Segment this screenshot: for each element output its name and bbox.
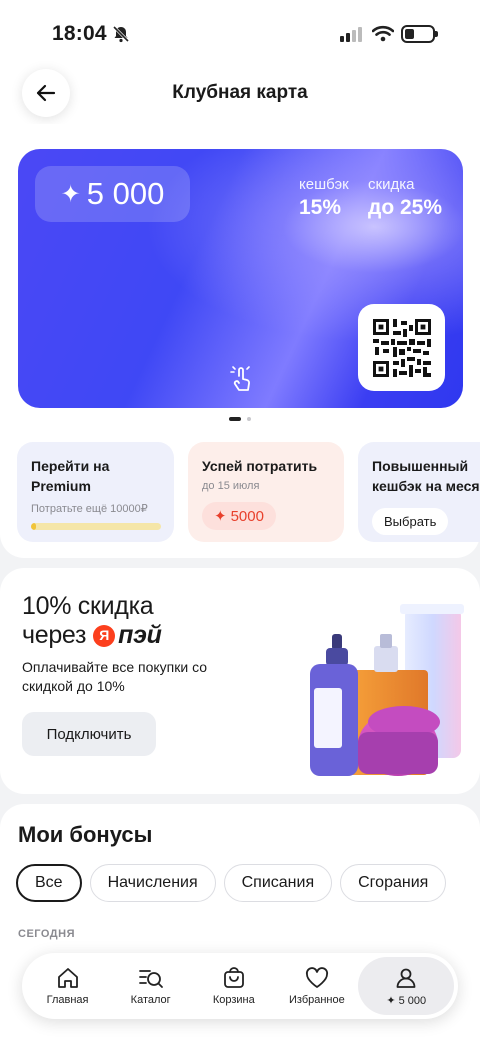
balance-value: 5 000 bbox=[86, 176, 165, 211]
tab-label: Главная bbox=[46, 994, 89, 1006]
tap-gesture-icon bbox=[230, 366, 250, 391]
card-pagination[interactable] bbox=[0, 417, 480, 421]
cashback-value: 15% bbox=[299, 196, 342, 219]
pagination-dot-active[interactable] bbox=[229, 417, 241, 421]
profile-icon bbox=[396, 968, 416, 988]
tab-favorites[interactable]: Избранное bbox=[275, 957, 358, 1015]
wifi-icon bbox=[372, 25, 394, 42]
discount-stat: скидка до 25% bbox=[368, 176, 442, 220]
cashback-stat: кешбэк 15% bbox=[299, 176, 349, 220]
offer-spend[interactable]: Успей потратить до 15 июля ✦ 5000 bbox=[188, 442, 344, 542]
cart-icon bbox=[223, 967, 244, 988]
offer-subtitle: до 15 июля bbox=[202, 480, 260, 492]
tab-home[interactable]: Главная bbox=[26, 957, 109, 1015]
promo-title-through: через bbox=[22, 621, 87, 649]
section-title: Мои бонусы bbox=[18, 822, 153, 847]
discount-label: скидка bbox=[368, 176, 415, 193]
heart-icon bbox=[305, 967, 328, 988]
status-bar: 18:04 bbox=[0, 0, 480, 66]
balance-pill: ✦ 5 000 bbox=[35, 166, 190, 222]
tab-catalog[interactable]: Каталог bbox=[109, 957, 192, 1015]
offer-title: Перейти на Premium bbox=[31, 458, 110, 494]
cashback-label: кешбэк bbox=[299, 176, 349, 193]
offer-subtitle: Потратьте ещё 10000₽ bbox=[31, 503, 148, 515]
pagination-dot[interactable] bbox=[247, 417, 251, 421]
header: Клубная карта bbox=[0, 66, 480, 124]
catalog-search-icon bbox=[138, 970, 163, 988]
offer-title: Повышенный кешбэк на месяц bbox=[372, 456, 480, 496]
tab-label: ✦ 5 000 bbox=[386, 994, 427, 1007]
offer-title-text: Повышенный кешбэк на месяц bbox=[372, 458, 480, 494]
cellular-signal-icon bbox=[340, 27, 362, 42]
qr-code-button[interactable] bbox=[358, 304, 445, 391]
club-card-section: ✦ 5 000 кешбэк 15% скидка до 25% Перейти… bbox=[0, 124, 480, 558]
tab-cart[interactable]: Корзина bbox=[192, 957, 275, 1015]
pay-wordmark: пэй bbox=[118, 621, 162, 649]
yandex-logo-icon: Я bbox=[93, 624, 116, 647]
battery-icon bbox=[401, 25, 438, 43]
tab-profile[interactable]: ✦ 5 000 bbox=[358, 957, 455, 1015]
sparkle-icon: ✦ bbox=[214, 508, 227, 525]
qr-code-icon bbox=[372, 318, 431, 377]
promo-title-line1: 10% скидка bbox=[22, 592, 154, 620]
premium-progress bbox=[31, 523, 161, 530]
discount-value: до 25% bbox=[368, 196, 443, 219]
bonus-amount: 5000 bbox=[230, 507, 264, 525]
club-card[interactable]: ✦ 5 000 кешбэк 15% скидка до 25% bbox=[18, 149, 463, 408]
filter-chip-writeoffs[interactable]: Списания bbox=[223, 864, 333, 902]
promo-title: 10% скидка через Я пэй bbox=[22, 592, 162, 650]
page-title: Клубная карта bbox=[172, 82, 308, 103]
promo-title-line2: через Я пэй bbox=[22, 621, 162, 650]
connect-button[interactable]: Подключить bbox=[22, 712, 156, 756]
filter-chip-expirations[interactable]: Сгорания bbox=[340, 864, 447, 902]
yandex-pay-logo: Я пэй bbox=[93, 621, 162, 650]
sparkle-icon: ✦ bbox=[60, 180, 81, 208]
bonus-filters: Все Начисления Списания Сгорания bbox=[16, 864, 447, 902]
home-icon bbox=[57, 968, 78, 988]
offer-title: Успей потратить bbox=[202, 458, 318, 474]
tab-label: Каталог bbox=[130, 994, 171, 1006]
tab-label: Избранное bbox=[289, 994, 345, 1006]
offer-cashback[interactable]: Повышенный кешбэк на месяц Выбрать bbox=[358, 442, 480, 542]
status-time: 18:04 bbox=[52, 22, 107, 45]
yandex-pay-promo: 10% скидка через Я пэй Оплачивайте все п… bbox=[0, 568, 480, 794]
bonus-amount-badge: ✦ 5000 bbox=[202, 502, 276, 530]
promo-subtitle: Оплачивайте все покупки со скидкой до 10… bbox=[22, 659, 208, 694]
date-group-label: СЕГОДНЯ bbox=[18, 928, 75, 940]
filter-chip-accruals[interactable]: Начисления bbox=[89, 864, 216, 902]
offer-premium[interactable]: Перейти на Premium Потратьте ещё 10000₽ bbox=[17, 442, 174, 542]
premium-progress-fill bbox=[31, 523, 37, 530]
filter-chip-all[interactable]: Все bbox=[16, 864, 82, 902]
cosmetics-illustration bbox=[310, 604, 464, 776]
bell-muted-icon bbox=[112, 25, 130, 43]
choose-button[interactable]: Выбрать bbox=[372, 508, 449, 535]
tab-label: Корзина bbox=[212, 994, 255, 1006]
bottom-tab-bar: Главная Каталог Корзина Избранное ✦ 5 00… bbox=[22, 953, 458, 1019]
